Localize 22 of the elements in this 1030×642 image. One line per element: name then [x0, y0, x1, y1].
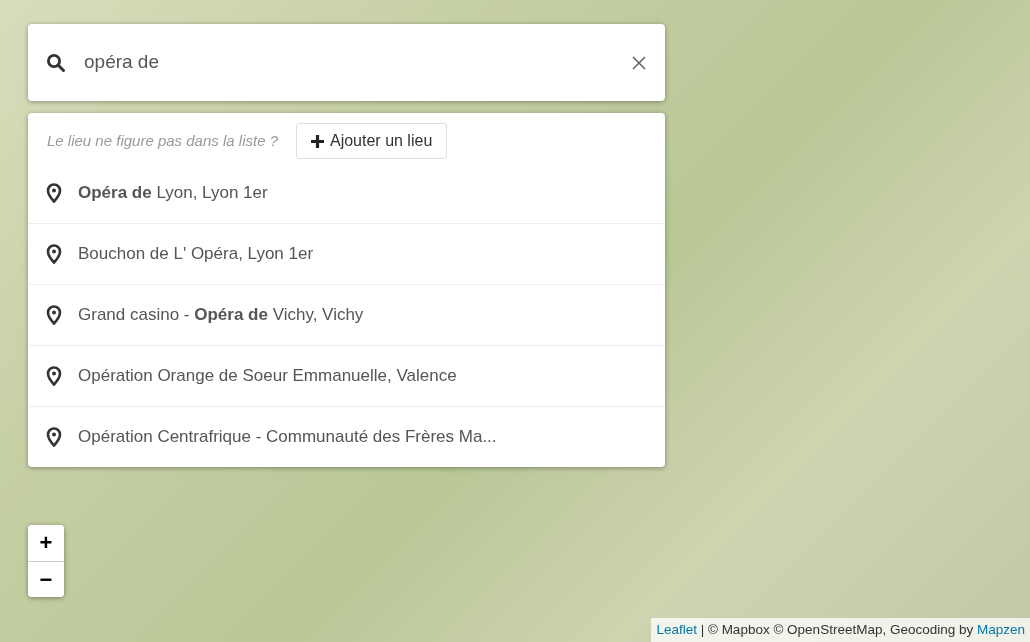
search-icon — [46, 52, 66, 73]
result-item[interactable]: Bouchon de L' Opéra, Lyon 1er — [28, 224, 665, 285]
close-icon[interactable] — [631, 54, 647, 71]
map-pin-icon — [46, 183, 62, 203]
result-item[interactable]: Opéra de Lyon, Lyon 1er — [28, 163, 665, 224]
search-bar[interactable]: opéra de — [28, 24, 665, 101]
zoom-in-button[interactable]: + — [28, 525, 64, 561]
attribution-link[interactable]: Mapzen — [976, 621, 1025, 637]
attribution-link[interactable]: Leaflet — [656, 621, 697, 637]
zoom-out-button[interactable]: − — [28, 561, 64, 597]
result-item[interactable]: Grand casino - Opéra de Vichy, Vichy — [28, 285, 665, 346]
hint-text: Le lieu ne figure pas dans la liste ? — [47, 130, 278, 151]
plus-icon — [311, 134, 324, 148]
result-item[interactable]: Opération Orange de Soeur Emmanuelle, Valence — [28, 346, 665, 407]
search-field[interactable]: opéra de — [82, 47, 615, 78]
map-pin-icon — [46, 427, 62, 447]
map-pin-icon — [46, 366, 62, 386]
result-item[interactable]: Opération Centrafrique - Communauté des Frères Ma... — [28, 407, 665, 467]
map-pin-icon — [46, 305, 62, 325]
map-pin-icon — [46, 244, 62, 264]
attribution-text: Leaflet | © Mapbox © OpenStreetMap, Geocoding by Mapzen — [651, 617, 1030, 642]
add-place-button[interactable]: Ajouter un lieu — [296, 123, 448, 159]
